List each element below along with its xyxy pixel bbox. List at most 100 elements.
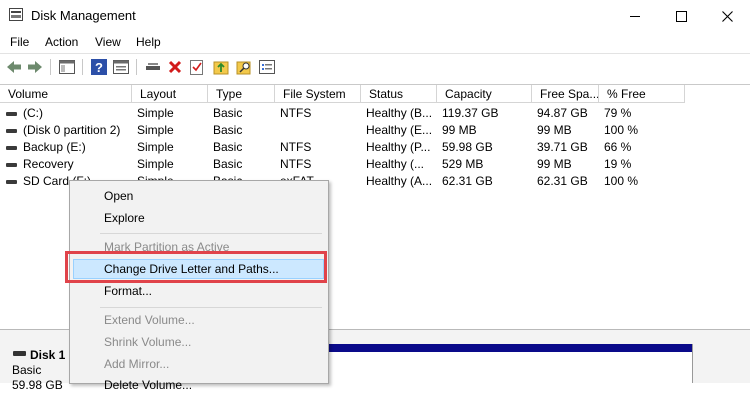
cell-file-system: NTFS [280, 140, 312, 154]
menu-help[interactable]: Help [136, 35, 161, 49]
cell-layout: Simple [137, 140, 174, 154]
check-icon [190, 60, 203, 75]
connect-disk-button[interactable] [144, 58, 162, 76]
menu-item-format[interactable]: Format... [70, 281, 328, 301]
column-header-file-system[interactable]: File System [275, 85, 361, 103]
cell-percent-free: 100 % [604, 174, 639, 188]
highlight-callout-box [65, 251, 327, 283]
table-row[interactable]: Recovery Simple Basic NTFS Healthy (... … [0, 156, 750, 173]
cell-status: Healthy (... [366, 157, 425, 171]
maximize-button[interactable] [658, 0, 704, 32]
menu-file[interactable]: File [10, 35, 29, 49]
forward-icon [28, 61, 42, 73]
search-disk-icon [236, 61, 251, 75]
maximize-icon [675, 10, 687, 22]
cell-type: Basic [213, 123, 243, 137]
cell-layout: Simple [137, 157, 174, 171]
delete-button[interactable] [166, 58, 184, 76]
list-view-button[interactable] [258, 58, 276, 76]
column-header-layout[interactable]: Layout [132, 85, 208, 103]
toolbar-separator [136, 59, 137, 75]
cell-capacity: 119.37 GB [442, 106, 499, 120]
cell-file-system: NTFS [280, 157, 312, 171]
volume-icon [6, 112, 17, 116]
column-header-percent-free[interactable]: % Free [599, 85, 685, 103]
properties-button[interactable] [112, 58, 130, 76]
menu-separator [100, 233, 322, 234]
cell-type: Basic [213, 140, 243, 154]
back-icon [7, 61, 21, 73]
menu-item-label: Extend Volume... [104, 313, 195, 327]
disk-name: Disk 1 [30, 348, 66, 362]
partition-panel[interactable] [325, 344, 693, 383]
folder-up-icon [213, 61, 229, 75]
cell-free-space: 99 MB [537, 157, 572, 171]
cell-free-space: 94.87 GB [537, 106, 588, 120]
search-disk-button[interactable] [235, 58, 253, 76]
toolbar-separator [82, 59, 83, 75]
volume-icon [6, 163, 17, 167]
cell-free-space: 99 MB [537, 123, 572, 137]
delete-icon [168, 60, 182, 74]
disk-management-icon [9, 8, 23, 21]
cell-layout: Simple [137, 106, 174, 120]
menu-item-shrink-volume: Shrink Volume... [70, 332, 328, 352]
table-row[interactable]: (Disk 0 partition 2) Simple Basic Health… [0, 122, 750, 139]
menu-item-open[interactable]: Open [70, 186, 328, 206]
cell-percent-free: 100 % [604, 123, 639, 137]
column-header-free-space[interactable]: Free Spa... [532, 85, 599, 103]
help-button[interactable]: ? [90, 58, 108, 76]
toolbar: ? [0, 53, 750, 80]
svg-text:?: ? [95, 60, 103, 75]
column-header-status[interactable]: Status [361, 85, 437, 103]
cell-volume: Recovery [23, 157, 74, 171]
cell-capacity: 99 MB [442, 123, 477, 137]
menu-item-label: Explore [104, 211, 145, 225]
minimize-button[interactable] [612, 0, 658, 32]
column-header-volume[interactable]: Volume [0, 85, 132, 103]
column-header-type[interactable]: Type [208, 85, 275, 103]
table-row[interactable]: (C:) Simple Basic NTFS Healthy (B... 119… [0, 105, 750, 122]
partition-header-bar [326, 344, 692, 352]
menu-item-delete-volume[interactable]: Delete Volume... [70, 375, 328, 395]
menu-item-explore[interactable]: Explore [70, 208, 328, 228]
table-row[interactable]: Backup (E:) Simple Basic NTFS Healthy (P… [0, 139, 750, 156]
cell-capacity: 59.98 GB [442, 140, 493, 154]
menu-separator [100, 307, 322, 308]
close-icon [721, 10, 733, 22]
window-title: Disk Management [31, 8, 136, 23]
show-hide-console-button[interactable] [58, 58, 76, 76]
cell-status: Healthy (P... [366, 140, 431, 154]
menu-item-label: Delete Volume... [104, 378, 193, 392]
cell-type: Basic [213, 106, 243, 120]
check-button[interactable] [188, 58, 206, 76]
close-button[interactable] [704, 0, 750, 32]
folder-up-button[interactable] [212, 58, 230, 76]
cell-capacity: 529 MB [442, 157, 484, 171]
cell-percent-free: 66 % [604, 140, 632, 154]
disk-type: Basic [12, 363, 42, 377]
minimize-icon [630, 15, 640, 17]
cell-layout: Simple [137, 123, 174, 137]
cell-volume: Backup (E:) [23, 140, 86, 154]
cell-free-space: 39.71 GB [537, 140, 588, 154]
disk-icon [13, 351, 26, 356]
column-header-capacity[interactable]: Capacity [437, 85, 532, 103]
volume-icon [6, 180, 17, 184]
cell-capacity: 62.31 GB [442, 174, 493, 188]
menu-item-add-mirror: Add Mirror... [70, 354, 328, 374]
forward-button[interactable] [26, 58, 44, 76]
toolbar-separator [50, 59, 51, 75]
list-icon [259, 60, 275, 74]
menu-item-extend-volume: Extend Volume... [70, 310, 328, 330]
properties-icon [113, 60, 129, 74]
back-button[interactable] [5, 58, 23, 76]
disk-1-label[interactable]: Disk 1 Basic 59.98 GB [0, 340, 72, 392]
volume-icon [6, 146, 17, 150]
volume-icon [6, 129, 17, 133]
cell-file-system: NTFS [280, 106, 312, 120]
menu-view[interactable]: View [95, 35, 121, 49]
cell-type: Basic [213, 157, 243, 171]
connect-disk-icon [146, 63, 160, 70]
menu-action[interactable]: Action [45, 35, 78, 49]
